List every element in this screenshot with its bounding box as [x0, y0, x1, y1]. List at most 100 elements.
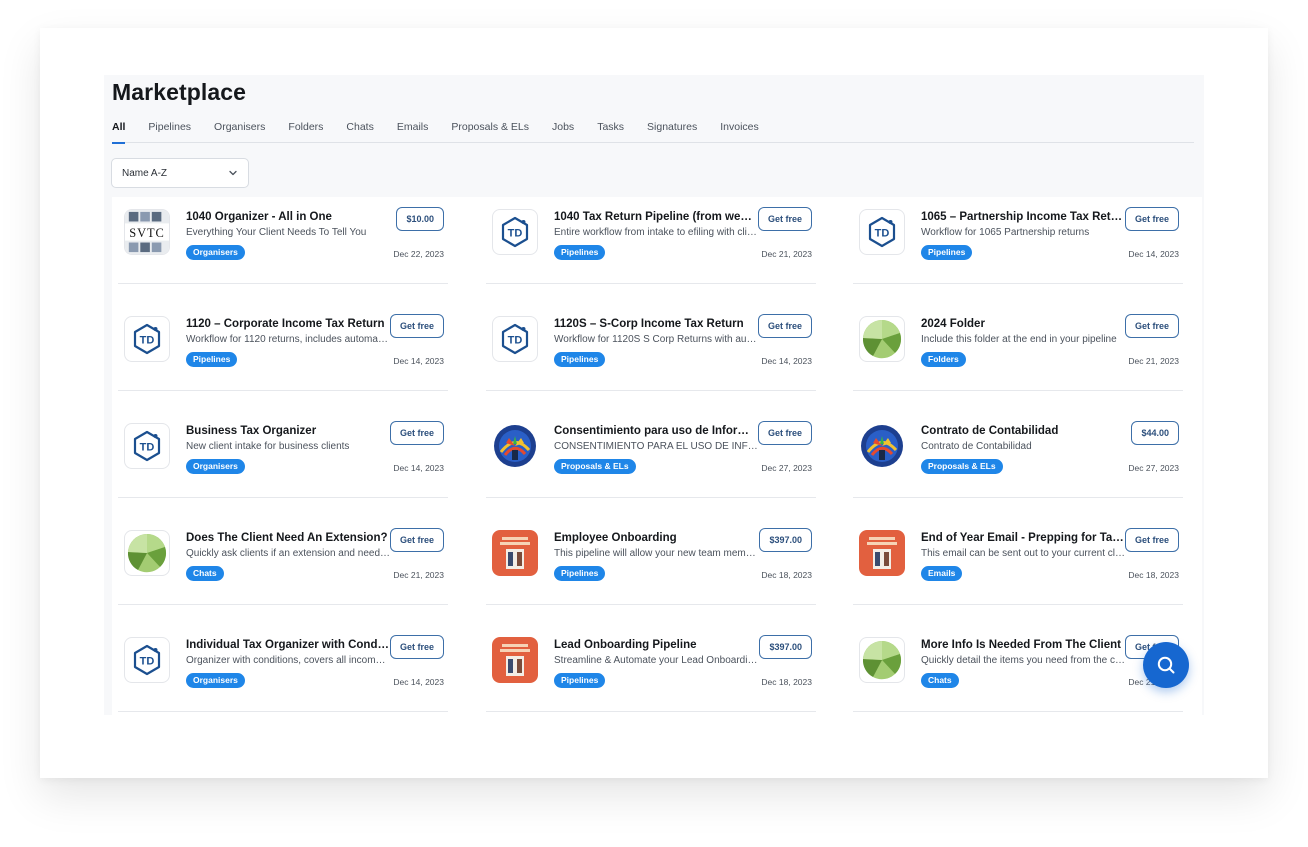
get-free-button[interactable]: Get free [757, 421, 812, 445]
card-date: Dec 14, 2023 [393, 677, 444, 687]
marketplace-card[interactable]: Does The Client Need An Extension? Quickl… [118, 518, 448, 605]
category-badge: Organisers [186, 673, 245, 688]
get-free-button[interactable]: Get free [1124, 528, 1179, 552]
td-logo-icon: TD [133, 644, 161, 676]
card-title[interactable]: Business Tax Organizer [186, 425, 390, 437]
card-title[interactable]: Employee Onboarding [554, 532, 758, 544]
orange-marketplace-icon [492, 530, 538, 576]
buy-price-button[interactable]: $44.00 [1131, 421, 1179, 445]
green-pie-icon [862, 319, 902, 359]
card-thumbnail [492, 530, 538, 576]
category-badge: Pipelines [554, 245, 606, 260]
tab-invoices[interactable]: Invoices [720, 119, 759, 143]
card-date: Dec 18, 2023 [1128, 570, 1179, 580]
card-date: Dec 21, 2023 [393, 570, 444, 580]
tab-emails[interactable]: Emails [397, 119, 429, 143]
tab-jobs[interactable]: Jobs [552, 119, 574, 143]
colorful-emblem-icon [861, 425, 903, 467]
chevron-down-icon [229, 170, 237, 176]
card-title[interactable]: 1040 Tax Return Pipeline (from website) [554, 211, 758, 223]
get-free-button[interactable]: Get free [389, 635, 444, 659]
card-description: Quickly ask clients if an extension and … [186, 548, 390, 559]
card-title[interactable]: Lead Onboarding Pipeline [554, 639, 758, 651]
marketplace-card[interactable]: More Info Is Needed From The Client Quick… [853, 625, 1183, 712]
marketplace-card[interactable]: TD 1120S – S-Corp Income Tax Return Workfl… [486, 304, 816, 391]
marketplace-card[interactable]: TD 1040 Tax Return Pipeline (from website… [486, 197, 816, 284]
card-title[interactable]: Consentimiento para uso de Información [554, 425, 758, 437]
category-badge: Folders [921, 352, 966, 367]
marketplace-card[interactable]: 2024 Folder Include this folder at the en… [853, 304, 1183, 391]
card-title[interactable]: More Info Is Needed From The Client [921, 639, 1125, 651]
card-title[interactable]: 1120 – Corporate Income Tax Return [186, 318, 390, 330]
td-logo-icon: TD [133, 430, 161, 462]
category-badge: Proposals & ELs [921, 459, 1003, 474]
marketplace-card[interactable]: SVTC 1040 Organizer - All in One Everythin… [118, 197, 448, 284]
buy-price-button[interactable]: $10.00 [396, 207, 444, 231]
card-thumbnail: TD [492, 209, 538, 255]
get-free-button[interactable]: Get free [389, 421, 444, 445]
get-free-button[interactable]: Get free [757, 314, 812, 338]
svg-text:SVTC: SVTC [129, 226, 165, 240]
buy-price-button[interactable]: $397.00 [759, 528, 812, 552]
category-badge: Organisers [186, 245, 245, 260]
card-thumbnail [492, 423, 538, 469]
card-title[interactable]: 1040 Organizer - All in One [186, 211, 390, 223]
tab-chats[interactable]: Chats [346, 119, 373, 143]
sort-selected-value: Name A-Z [122, 167, 168, 179]
card-title[interactable]: Contrato de Contabilidad [921, 425, 1125, 437]
get-free-button[interactable]: Get free [389, 528, 444, 552]
marketplace-card[interactable]: Lead Onboarding Pipeline Streamline & Aut… [486, 625, 816, 712]
card-description: This pipeline will allow your new team m… [554, 548, 758, 559]
card-thumbnail: SVTC [124, 209, 170, 255]
sort-dropdown[interactable]: Name A-Z [111, 158, 249, 188]
marketplace-card[interactable]: End of Year Email - Prepping for Tax Sea… [853, 518, 1183, 605]
get-free-button[interactable]: Get free [1124, 207, 1179, 231]
card-description: Quickly detail the items you need from t… [921, 655, 1125, 666]
card-thumbnail [859, 316, 905, 362]
card-title[interactable]: 2024 Folder [921, 318, 1125, 330]
marketplace-card[interactable]: TD Business Tax Organizer New client intak… [118, 411, 448, 498]
card-date: Dec 14, 2023 [761, 356, 812, 366]
card-date: Dec 14, 2023 [393, 356, 444, 366]
card-title[interactable]: 1065 – Partnership Income Tax Return [921, 211, 1125, 223]
marketplace-card[interactable]: Employee Onboarding This pipeline will al… [486, 518, 816, 605]
get-free-button[interactable]: Get free [389, 314, 444, 338]
tab-all[interactable]: All [112, 119, 126, 144]
card-description: Organizer with conditions, covers all in… [186, 655, 390, 666]
card-date: Dec 21, 2023 [761, 249, 812, 259]
tab-pipelines[interactable]: Pipelines [148, 119, 191, 143]
card-thumbnail [124, 530, 170, 576]
marketplace-card[interactable]: TD 1120 – Corporate Income Tax Return Work… [118, 304, 448, 391]
get-free-button[interactable]: Get free [757, 207, 812, 231]
card-date: Dec 18, 2023 [761, 677, 812, 687]
tab-organisers[interactable]: Organisers [214, 119, 265, 143]
orange-marketplace-icon [859, 530, 905, 576]
td-logo-icon: TD [868, 216, 896, 248]
search-fab-button[interactable] [1143, 642, 1189, 688]
card-title[interactable]: Does The Client Need An Extension? [186, 532, 390, 544]
card-title[interactable]: End of Year Email - Prepping for Tax Sea… [921, 532, 1125, 544]
card-title[interactable]: Individual Tax Organizer with Conditions [186, 639, 390, 651]
card-description: Workflow for 1065 Partnership returns [921, 227, 1090, 238]
tab-proposals-els[interactable]: Proposals & ELs [451, 119, 529, 143]
marketplace-card[interactable]: Contrato de Contabilidad Contrato de Cont… [853, 411, 1183, 498]
card-thumbnail [859, 530, 905, 576]
search-icon [1157, 656, 1175, 674]
card-thumbnail: TD [492, 316, 538, 362]
marketplace-card[interactable]: TD Individual Tax Organizer with Conditio… [118, 625, 448, 712]
card-title[interactable]: 1120S – S-Corp Income Tax Return [554, 318, 758, 330]
category-badge: Pipelines [554, 673, 606, 688]
svg-text:TD: TD [508, 335, 523, 347]
card-date: Dec 22, 2023 [393, 249, 444, 259]
buy-price-button[interactable]: $397.00 [759, 635, 812, 659]
marketplace-card[interactable]: TD 1065 – Partnership Income Tax Return Wo… [853, 197, 1183, 284]
get-free-button[interactable]: Get free [1124, 314, 1179, 338]
category-badge: Chats [921, 673, 959, 688]
card-thumbnail: TD [859, 209, 905, 255]
svg-text:TD: TD [140, 656, 155, 668]
tab-folders[interactable]: Folders [288, 119, 323, 143]
tab-signatures[interactable]: Signatures [647, 119, 697, 143]
marketplace-card[interactable]: Consentimiento para uso de Información CO… [486, 411, 816, 498]
card-date: Dec 14, 2023 [393, 463, 444, 473]
tab-tasks[interactable]: Tasks [597, 119, 624, 143]
